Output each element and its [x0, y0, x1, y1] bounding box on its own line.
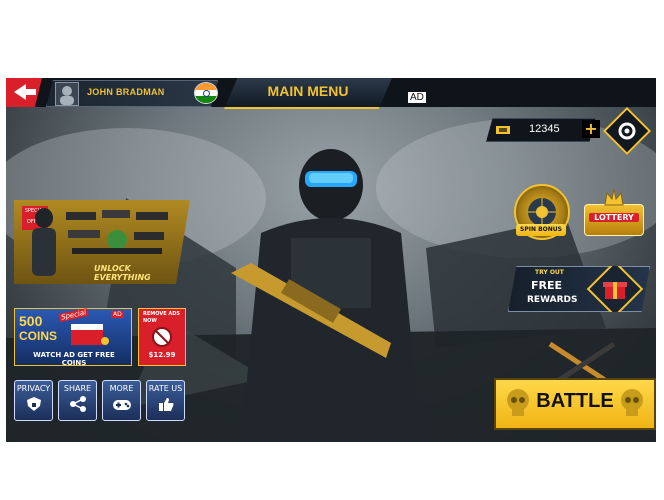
rewards-label: REWARDS: [527, 295, 578, 305]
free-label: FREE: [531, 279, 563, 292]
lottery-label: LOTTERY: [589, 213, 639, 222]
more-label: MORE: [109, 384, 134, 393]
skull-icon: [507, 389, 529, 416]
gift-icon: [603, 282, 627, 299]
thumbs-up-icon: [158, 398, 173, 411]
remove-ads-offer[interactable]: REMOVE ADS NOW $12.99: [138, 308, 186, 366]
add-coins-button[interactable]: +: [582, 120, 600, 138]
player-avatar: [55, 82, 79, 106]
coin-balance: 12345: [486, 118, 596, 142]
free-rewards-button[interactable]: TRY OUT FREE REWARDS: [508, 266, 650, 312]
unlock-everything-label: UNLOCK EVERYTHING: [94, 264, 151, 282]
ad-tag: AD: [111, 311, 124, 318]
ammo-icon: [496, 126, 510, 134]
coin-value: 12345: [529, 123, 560, 135]
coins-unit: COINS: [19, 329, 58, 343]
privacy-button[interactable]: PRIVACY: [14, 380, 53, 421]
battle-label: BATTLE: [536, 390, 614, 412]
remove-ads-title: REMOVE ADS NOW: [143, 311, 181, 324]
spin-bonus-label: SPIN BONUS: [516, 224, 566, 236]
share-label: SHARE: [63, 384, 92, 393]
unlock-everything-offer[interactable]: SPECIAL OFFER UNLOCK EVERYTHING: [14, 200, 190, 284]
clapperboard-icon: [71, 324, 109, 345]
main-menu-title-text: MAIN MENU: [267, 83, 349, 99]
coins-amount: 500: [19, 313, 43, 329]
battle-button[interactable]: BATTLE: [494, 378, 656, 430]
privacy-label: PRIVACY: [16, 384, 51, 393]
game-screen: JOHN BRADMAN MAIN MENU AD 12345 + SPECIA…: [6, 78, 656, 442]
remove-ads-price: $12.99: [148, 351, 176, 359]
no-ads-icon: [152, 327, 172, 347]
lottery-button[interactable]: LOTTERY: [584, 188, 644, 236]
ad-label: AD: [408, 92, 426, 103]
gear-icon: [618, 122, 636, 140]
main-menu-title: MAIN MENU: [224, 78, 392, 109]
watch-ad-label: WATCH AD GET FREE COINS: [33, 351, 115, 367]
share-button[interactable]: SHARE: [58, 380, 97, 421]
player-info-bar[interactable]: JOHN BRADMAN: [46, 80, 218, 107]
gamepad-icon: [112, 400, 131, 410]
country-flag-icon: [194, 82, 218, 104]
share-icon: [69, 396, 86, 412]
soldier-character: [231, 149, 421, 442]
more-games-button[interactable]: MORE: [102, 380, 141, 421]
shield-lock-icon: [26, 397, 41, 411]
try-out-label: TRY OUT: [535, 269, 564, 276]
special-tag: Special: [58, 308, 89, 322]
weapons-collection: [66, 210, 168, 254]
rate-us-button[interactable]: RATE US: [146, 380, 185, 421]
soldier-portrait: [32, 208, 56, 276]
avatar-icon: [60, 86, 74, 105]
skull-icon: [621, 389, 643, 416]
rate-us-label: RATE US: [148, 384, 183, 393]
crown-icon: [604, 188, 624, 206]
free-coins-offer[interactable]: 500 COINS Special AD WATCH AD GET FREE C…: [14, 308, 132, 367]
player-name: JOHN BRADMAN: [87, 87, 165, 97]
